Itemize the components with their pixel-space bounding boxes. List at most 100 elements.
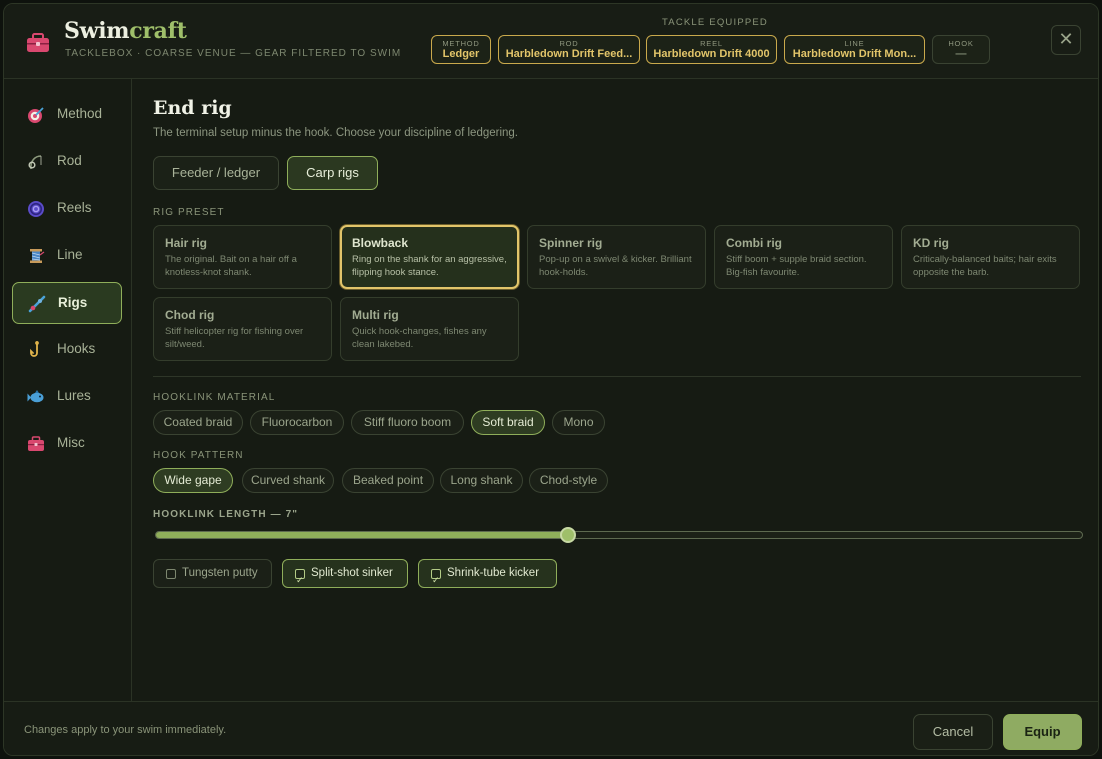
page-description: The terminal setup minus the hook. Choos… [153,127,519,139]
reel-icon [28,201,44,217]
hooklink-coated-braid[interactable]: Coated braid [153,410,243,435]
hooklink-stiff-fluoro-boom[interactable]: Stiff fluoro boom [351,410,464,435]
equip-button[interactable]: Equip [1003,714,1082,750]
sidebar-item-reels[interactable]: Reels [12,188,122,230]
checkbox-icon [295,567,305,594]
hooklink-soft-braid[interactable]: Soft braid [471,410,545,435]
sidebar-item-method[interactable]: Method [12,94,122,136]
sidebar-item-label: Hooks [57,341,96,356]
equipped-chip-rod[interactable]: ROD Harbledown Drift Feed... [498,35,640,64]
chip-value: Harbledown Drift Mon... [792,48,917,60]
preset-card-chod-rig[interactable]: Chod rig Stiff helicopter rig for fishin… [153,297,332,361]
sidebar-item-label: Lures [57,388,91,403]
target-icon [28,107,44,123]
extra-tungsten-putty[interactable]: Tungsten putty [153,559,272,588]
preset-card-kd-rig[interactable]: KD rig Critically-balanced baits; hair e… [901,225,1080,289]
header: Swimcraft TACKLEBOX · COARSE VENUE — GEA… [4,4,1098,79]
cancel-button[interactable]: Cancel [913,714,993,750]
chip-value: Ledger [442,48,480,60]
pattern-chod-style[interactable]: Chod-style [529,468,608,493]
page-title: End rig [153,97,232,119]
tab-feeder-ledger[interactable]: Feeder / ledger [153,156,279,190]
equipped-chip-hook[interactable]: HOOK — [932,35,990,64]
sidebar-item-lures[interactable]: Lures [12,376,122,418]
sidebar-item-label: Rigs [58,295,88,310]
hooklink-length-slider[interactable] [155,527,1083,543]
preset-card-blowback[interactable]: Blowback Ring on the shank for an aggres… [340,225,519,289]
preset-title: Combi rig [726,236,782,250]
sidebar-item-misc[interactable]: Misc [12,423,122,465]
preset-title: Multi rig [352,308,399,322]
preset-description: Pop-up on a swivel & kicker. Brilliant h… [539,254,692,278]
chip-value: Harbledown Drift 4000 [653,48,770,60]
preset-description: Quick hook-changes, fishes any clean lak… [352,326,487,350]
preset-title: Chod rig [165,308,215,322]
sidebar-item-line[interactable]: Line [12,235,122,277]
extra-split-shot-sinker[interactable]: Split-shot sinker [282,559,408,594]
slider-fill [156,532,569,538]
chip-key: HOOK [948,39,974,48]
toggle-label: Shrink-tube kicker [447,567,540,579]
brand-accent: craft [129,18,187,44]
hooklink-material-label: HOOKLINK MATERIAL [153,392,276,403]
preset-card-hair-rig[interactable]: Hair rig The original. Bait on a hair of… [153,225,332,289]
chip-value: Harbledown Drift Feed... [505,48,633,60]
hooklink-mono[interactable]: Mono [552,410,605,435]
preset-description: Ring on the shank for an aggressive, fli… [352,254,507,278]
pattern-curved-shank[interactable]: Curved shank [242,468,334,493]
venue-subtitle: TACKLEBOX · COARSE VENUE — GEAR FILTERED… [65,48,402,59]
preset-title: Hair rig [165,236,208,250]
close-button[interactable]: ✕ [1051,25,1081,55]
sidebar-item-label: Misc [57,435,85,450]
extra-shrink-tube-kicker[interactable]: Shrink-tube kicker [418,559,557,594]
equipped-chip-line[interactable]: LINE Harbledown Drift Mon... [784,35,925,64]
sidebar-item-label: Line [57,247,83,262]
tackle-equipped-title: TACKLE EQUIPPED [662,17,768,28]
chip-key: REEL [700,39,723,48]
equipped-chip-method[interactable]: METHOD Ledger [431,35,491,64]
pattern-beaked-point[interactable]: Beaked point [342,468,434,493]
preset-description: Stiff boom + supple braid section. Big-f… [726,254,867,278]
sidebar-item-label: Reels [57,200,92,215]
preset-description: The original. Bait on a hair off a knotl… [165,254,297,278]
preset-card-spinner-rig[interactable]: Spinner rig Pop-up on a swivel & kicker.… [527,225,706,289]
hook-icon [30,341,39,357]
preset-title: Blowback [352,236,409,250]
preset-card-combi-rig[interactable]: Combi rig Stiff boom + supple braid sect… [714,225,893,289]
toggle-label: Split-shot sinker [311,567,393,579]
preset-title: Spinner rig [539,236,603,250]
sidebar-item-rigs[interactable]: Rigs [12,282,122,324]
chip-key: ROD [559,39,579,48]
fish-icon [27,390,44,403]
sidebar-item-hooks[interactable]: Hooks [12,329,122,371]
close-icon: ✕ [1058,29,1074,50]
chip-value: — [955,48,967,60]
preset-title: KD rig [913,236,949,250]
preset-card-multi-rig[interactable]: Multi rig Quick hook-changes, fishes any… [340,297,519,361]
footer: Changes apply to your swim immediately. … [4,701,1098,755]
spool-icon [30,249,45,263]
preset-description: Stiff helicopter rig for fishing over si… [165,326,304,350]
tacklebox-logo-icon [27,33,49,52]
pattern-wide-gape[interactable]: Wide gape [153,468,233,493]
hooklink-fluorocarbon[interactable]: Fluorocarbon [250,410,344,435]
sidebar-item-label: Method [57,106,103,121]
pattern-long-shank[interactable]: Long shank [440,468,523,493]
hook-pattern-label: HOOK PATTERN [153,450,244,461]
hooklink-length-label: HOOKLINK LENGTH — 7" [153,509,299,520]
equipped-chip-reel[interactable]: REEL Harbledown Drift 4000 [646,35,777,64]
checkbox-icon [431,567,441,594]
checkbox-icon [166,569,176,579]
chip-key: METHOD [442,39,480,48]
slider-thumb[interactable] [560,527,577,543]
toggle-label: Tungsten putty [182,567,258,579]
footer-note: Changes apply to your swim immediately. [24,724,227,736]
category-sidebar: Method Rod Reels Line Rigs Hooks Lures M… [4,79,132,701]
chip-key: LINE [844,39,865,48]
rod-icon [28,155,42,170]
tab-carp-rigs[interactable]: Carp rigs [287,156,378,190]
sidebar-item-rod[interactable]: Rod [12,141,122,183]
rig-preset-label: RIG PRESET [153,207,225,218]
rig-icon [28,295,46,313]
main-panel: End rig The terminal setup minus the hoo… [133,79,1098,701]
